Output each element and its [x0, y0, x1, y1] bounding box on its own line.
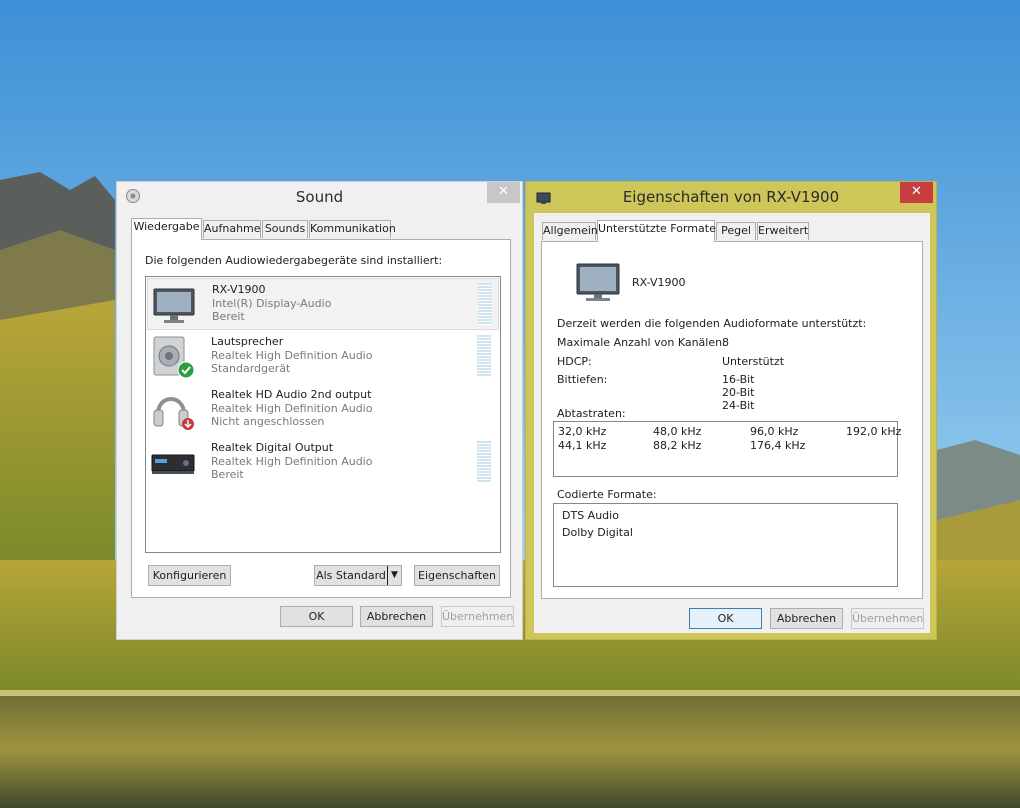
device-name: Lautsprecher [211, 335, 284, 348]
bit-depth-value: 24-Bit [722, 399, 755, 412]
device-driver: Realtek High Definition Audio [211, 349, 373, 362]
sample-rate-cell: 32,0 kHz [558, 425, 607, 438]
digital-output-icon [150, 441, 196, 485]
sample-rate-cell: 96,0 kHz [750, 425, 799, 438]
sample-rate-cell: 88,2 kHz [653, 439, 702, 452]
device-status: Standardgerät [211, 362, 291, 375]
device-status: Nicht angeschlossen [211, 415, 325, 428]
cancel-button[interactable]: Abbrechen [770, 608, 843, 629]
sample-rate-cell: 44,1 kHz [558, 439, 607, 452]
bit-depth-label: Bittiefen: [557, 373, 608, 386]
bit-depth-value: 20-Bit [722, 386, 755, 399]
device-name: RX-V1900 [212, 283, 266, 296]
properties-client-area: Allgemein Unterstützte Formate Pegel Erw… [534, 213, 930, 633]
tab-kommunikation[interactable]: Kommunikation [309, 220, 396, 238]
encoded-format-item: Dolby Digital [562, 526, 633, 539]
formats-heading: Derzeit werden die folgenden Audioformat… [557, 317, 867, 330]
device-driver: Realtek High Definition Audio [211, 455, 373, 468]
device-name: Realtek HD Audio 2nd output [211, 388, 372, 401]
headphones-icon [150, 388, 196, 432]
hdcp-value: Unterstützt [722, 355, 785, 368]
properties-tabstrip: Allgemein Unterstützte Formate Pegel Erw… [542, 220, 922, 242]
properties-title: Eigenschaften von RX-V1900 [622, 188, 840, 206]
max-channels-label: Maximale Anzahl von Kanälen: [557, 336, 726, 349]
tab-unterstuetzte-formate[interactable]: Unterstützte Formate [597, 220, 716, 242]
properties-close-button[interactable]: ✕ [900, 182, 933, 203]
tab-aufnahme[interactable]: Aufnahme [203, 220, 261, 238]
tab-erweitert[interactable]: Erweitert [757, 222, 809, 240]
tab-wiedergabe[interactable]: Wiedergabe [131, 218, 202, 240]
level-meter [477, 441, 491, 483]
apply-button[interactable]: Übernehmen [851, 608, 924, 629]
ok-button[interactable]: OK [280, 606, 353, 627]
device-driver: Realtek High Definition Audio [211, 402, 373, 415]
sample-rate-cell: 176,4 kHz [750, 439, 806, 452]
sample-rates-list[interactable]: 32,0 kHz 48,0 kHz 96,0 kHz 192,0 kHz 44,… [553, 421, 902, 477]
set-default-button[interactable]: Als Standard ▼ [314, 565, 402, 586]
sound-close-button[interactable]: ✕ [487, 182, 520, 203]
sound-title: Sound [295, 188, 344, 206]
apply-button[interactable]: Übernehmen [441, 606, 514, 627]
level-meter [478, 283, 492, 325]
encoded-formats-list[interactable]: DTS Audio Dolby Digital [553, 503, 898, 587]
chevron-down-icon[interactable]: ▼ [387, 566, 401, 585]
properties-window: Eigenschaften von RX-V1900 ✕ Allgemein U… [525, 181, 937, 640]
hdcp-label: HDCP: [557, 355, 592, 368]
device-lautsprecher[interactable]: Lautsprecher Realtek High Definition Aud… [147, 331, 499, 383]
monitor-icon [151, 283, 197, 327]
device-rx-v1900[interactable]: RX-V1900 Intel(R) Display-Audio Bereit [147, 278, 499, 330]
sound-titlebar[interactable]: Sound ✕ [117, 182, 522, 212]
device-name: Realtek Digital Output [211, 441, 334, 454]
device-monitor-icon [574, 261, 622, 305]
device-list[interactable]: RX-V1900 Intel(R) Display-Audio Bereit L… [145, 276, 501, 553]
properties-button[interactable]: Eigenschaften [414, 565, 500, 586]
properties-titlebar[interactable]: Eigenschaften von RX-V1900 ✕ [526, 182, 936, 212]
sample-rate-cell: 48,0 kHz [653, 425, 702, 438]
level-meter [477, 335, 491, 377]
tab-pegel[interactable]: Pegel [716, 222, 756, 240]
tab-allgemein[interactable]: Allgemein [542, 222, 598, 240]
device-realtek-digital-output[interactable]: Realtek Digital Output Realtek High Defi… [147, 437, 499, 489]
tab-sounds[interactable]: Sounds [262, 220, 308, 238]
device-driver: Intel(R) Display-Audio [212, 297, 332, 310]
device-status: Bereit [211, 468, 244, 481]
encoded-format-item: DTS Audio [562, 509, 619, 522]
sample-rates-label: Abtastraten: [557, 407, 626, 420]
max-channels-value: 8 [722, 336, 729, 349]
device-status: Bereit [212, 310, 245, 323]
sample-rate-cell: 192,0 kHz [846, 425, 902, 438]
bit-depth-value: 16-Bit [722, 373, 755, 386]
device-realtek-2nd-output[interactable]: Realtek HD Audio 2nd output Realtek High… [147, 384, 499, 436]
set-default-label: Als Standard [316, 569, 386, 582]
speaker-default-icon [150, 335, 196, 379]
sound-tabstrip: Wiedergabe Aufnahme Sounds Kommunikation [131, 218, 511, 240]
encoded-formats-label: Codierte Formate: [557, 488, 657, 501]
sound-window: Sound ✕ Wiedergabe Aufnahme Sounds Kommu… [116, 181, 523, 640]
cancel-button[interactable]: Abbrechen [360, 606, 433, 627]
playback-heading: Die folgenden Audiowiedergabegeräte sind… [145, 254, 443, 267]
ok-button[interactable]: OK [689, 608, 762, 629]
configure-button[interactable]: Konfigurieren [148, 565, 231, 586]
device-name: RX-V1900 [632, 276, 686, 289]
